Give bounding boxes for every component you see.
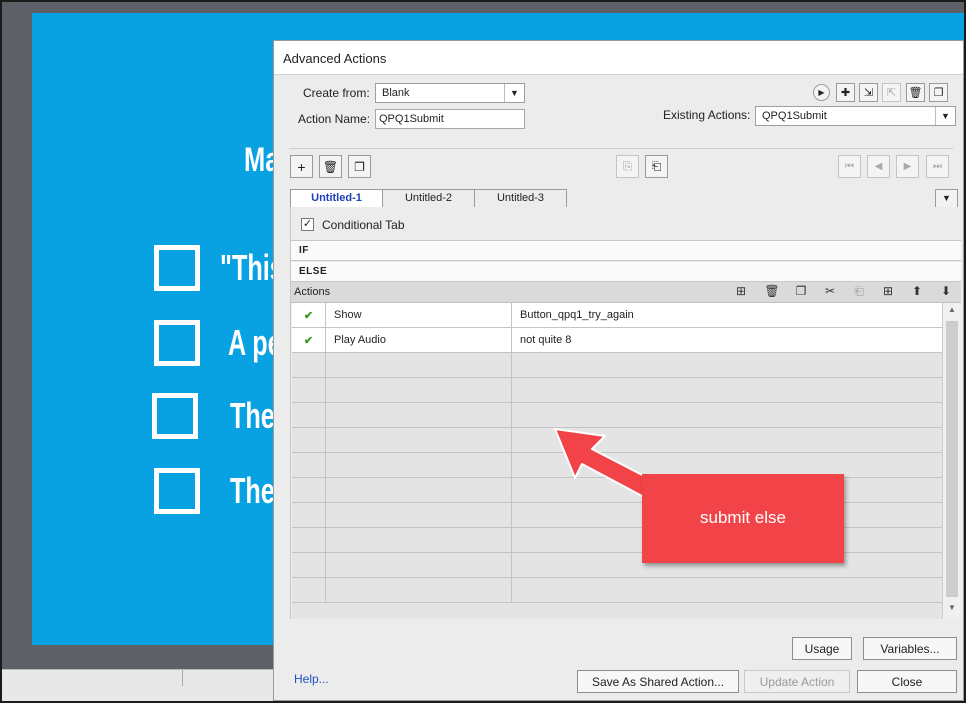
screenshot-frame: Ma "This A pe The The Advanced Actions C…: [2, 2, 964, 701]
annotation-callout: submit else: [642, 474, 844, 563]
annotation-arrow: [554, 428, 653, 497]
